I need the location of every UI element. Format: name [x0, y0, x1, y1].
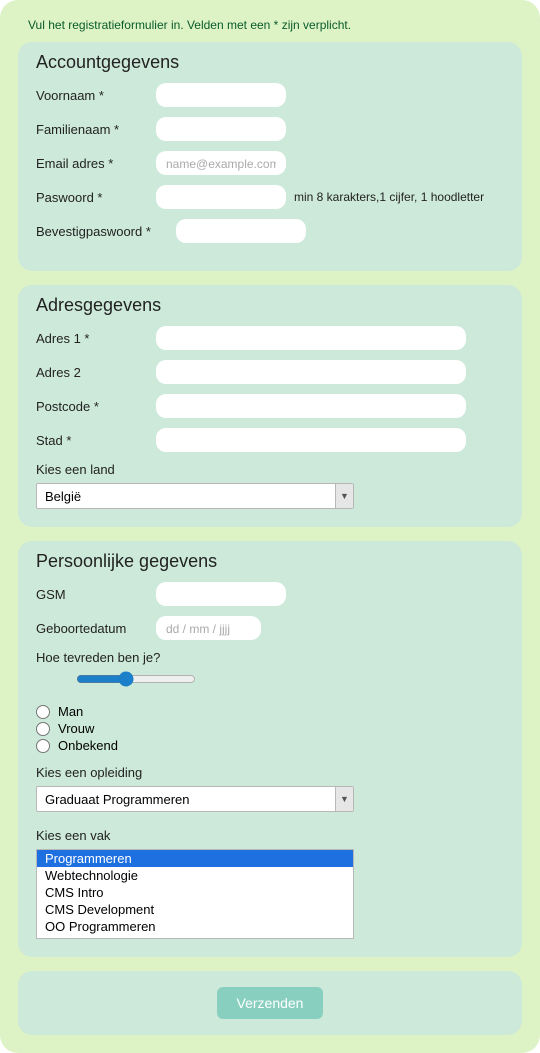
list-item[interactable]: Programmeren — [37, 850, 353, 867]
geboortedatum-input[interactable] — [156, 616, 261, 640]
radio-man[interactable] — [36, 705, 50, 719]
row-paswoord: Paswoord * min 8 karakters,1 cijfer, 1 h… — [36, 185, 504, 209]
label-adres2: Adres 2 — [36, 365, 156, 380]
label-opleiding: Kies een opleiding — [36, 765, 504, 780]
fieldset-address-title: Adresgegevens — [36, 295, 504, 316]
row-stad: Stad * — [36, 428, 504, 452]
list-item[interactable]: CMS Intro — [37, 884, 353, 901]
row-gsm: GSM — [36, 582, 504, 606]
land-select[interactable]: België — [36, 483, 354, 509]
label-land: Kies een land — [36, 462, 504, 477]
label-stad: Stad * — [36, 433, 156, 448]
opleiding-select[interactable]: Graduaat Programmeren — [36, 786, 354, 812]
row-bevestig-paswoord: Bevestigpaswoord * — [36, 219, 504, 243]
fieldset-account-title: Accountgegevens — [36, 52, 504, 73]
adres2-input[interactable] — [156, 360, 466, 384]
familienaam-input[interactable] — [156, 117, 286, 141]
paswoord-input[interactable] — [156, 185, 286, 209]
row-voornaam: Voornaam * — [36, 83, 504, 107]
row-familienaam: Familienaam * — [36, 117, 504, 141]
bevestig-paswoord-input[interactable] — [176, 219, 306, 243]
radio-onbekend-label: Onbekend — [58, 738, 118, 753]
radio-row-vrouw: Vrouw — [36, 721, 504, 736]
row-postcode: Postcode * — [36, 394, 504, 418]
label-geboortedatum: Geboortedatum — [36, 621, 156, 636]
button-bar: Verzenden — [18, 971, 522, 1035]
opleiding-select-wrap: Graduaat Programmeren ▼ — [36, 786, 354, 812]
list-item[interactable]: OO Programmeren — [37, 918, 353, 935]
radio-row-man: Man — [36, 704, 504, 719]
email-input[interactable] — [156, 151, 286, 175]
submit-button[interactable]: Verzenden — [217, 987, 324, 1019]
radio-vrouw[interactable] — [36, 722, 50, 736]
label-bevestig-paswoord: Bevestigpaswoord * — [36, 224, 176, 239]
adres1-input[interactable] — [156, 326, 466, 350]
radio-vrouw-label: Vrouw — [58, 721, 94, 736]
label-gsm: GSM — [36, 587, 156, 602]
fieldset-personal: Persoonlijke gegevens GSM Geboortedatum … — [18, 541, 522, 957]
postcode-input[interactable] — [156, 394, 466, 418]
row-adres2: Adres 2 — [36, 360, 504, 384]
fieldset-address: Adresgegevens Adres 1 * Adres 2 Postcode… — [18, 285, 522, 527]
tevreden-range[interactable] — [76, 671, 196, 687]
registration-page: Vul het registratieformulier in. Velden … — [0, 0, 540, 1053]
label-adres1: Adres 1 * — [36, 331, 156, 346]
radio-man-label: Man — [58, 704, 83, 719]
row-adres1: Adres 1 * — [36, 326, 504, 350]
label-voornaam: Voornaam * — [36, 88, 156, 103]
fieldset-account: Accountgegevens Voornaam * Familienaam *… — [18, 42, 522, 271]
paswoord-hint: min 8 karakters,1 cijfer, 1 hoodletter — [294, 190, 484, 204]
stad-input[interactable] — [156, 428, 466, 452]
voornaam-input[interactable] — [156, 83, 286, 107]
label-familienaam: Familienaam * — [36, 122, 156, 137]
label-vak: Kies een vak — [36, 828, 504, 843]
vak-listbox[interactable]: Programmeren Webtechnologie CMS Intro CM… — [36, 849, 354, 939]
radio-onbekend[interactable] — [36, 739, 50, 753]
row-geboortedatum: Geboortedatum — [36, 616, 504, 640]
radio-row-onbekend: Onbekend — [36, 738, 504, 753]
list-item[interactable]: Webtechnologie — [37, 867, 353, 884]
label-paswoord: Paswoord * — [36, 190, 156, 205]
land-select-wrap: België ▼ — [36, 483, 354, 509]
fieldset-personal-title: Persoonlijke gegevens — [36, 551, 504, 572]
label-postcode: Postcode * — [36, 399, 156, 414]
gsm-input[interactable] — [156, 582, 286, 606]
label-tevreden: Hoe tevreden ben je? — [36, 650, 504, 665]
label-email: Email adres * — [36, 156, 156, 171]
row-email: Email adres * — [36, 151, 504, 175]
tevreden-range-wrap — [76, 671, 196, 690]
intro-text: Vul het registratieformulier in. Velden … — [28, 18, 522, 32]
